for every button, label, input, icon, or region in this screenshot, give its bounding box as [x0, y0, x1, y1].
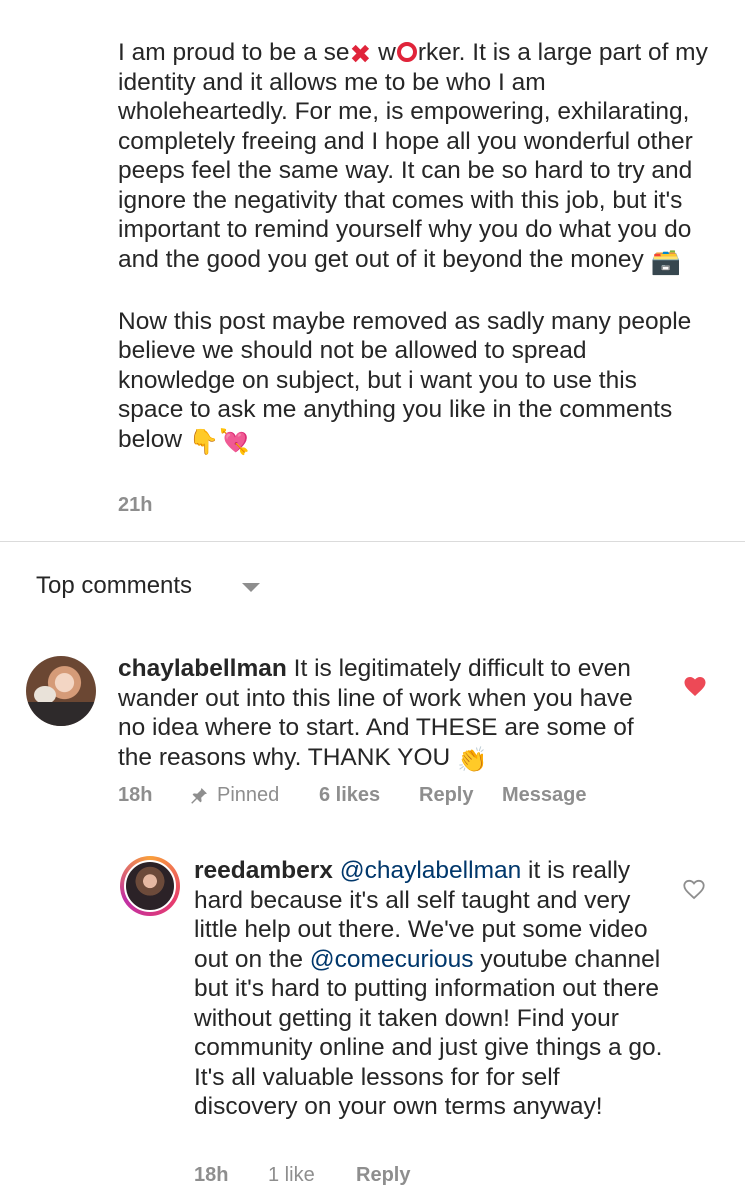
chevron-down-icon [242, 582, 261, 592]
top-comments-sort-dropdown[interactable]: Top comments [36, 572, 261, 600]
reply-button[interactable]: Reply [419, 784, 502, 807]
reply-comment-text: reedamberx @chaylabellman it is really h… [194, 856, 664, 1122]
avatar-detail [26, 702, 96, 726]
post-timestamp: 21h [118, 494, 153, 516]
comment-text: chaylabellman It is legitimately difficu… [118, 654, 658, 775]
top-comments-label: Top comments [36, 572, 193, 599]
comment-username[interactable]: reedamberx [194, 857, 333, 884]
caption-text-start: I am proud to be a se [118, 39, 350, 66]
circle-mark-icon [396, 42, 417, 62]
cross-mark-icon: ✖ [349, 39, 372, 69]
reply-button[interactable]: Reply [356, 1164, 410, 1187]
card-file-box-icon: 🗃️ [650, 248, 682, 276]
caption-text-w: w [371, 39, 396, 66]
likes-count[interactable]: 1 like [268, 1164, 356, 1187]
comment-time: 18h [118, 784, 153, 806]
post-caption: I am proud to be a se✖ w rker. It is a la… [118, 38, 708, 457]
point-down-icon: 👇 [188, 428, 220, 456]
comment-meta: 18h Pinned 6 likes Reply Message [118, 784, 587, 807]
comment-username[interactable]: chaylabellman [118, 655, 287, 682]
heart-arrow-icon: 💘 [219, 428, 250, 456]
clapping-hands-icon: 👏 [457, 746, 488, 774]
message-button[interactable]: Message [502, 784, 587, 807]
avatar-story-ring[interactable] [120, 856, 180, 916]
avatar[interactable] [26, 656, 96, 726]
mention-link[interactable]: @comecurious [310, 946, 474, 973]
pinned-indicator: Pinned [189, 784, 319, 807]
comment-time: 18h [194, 1164, 229, 1186]
caption-paragraph-2: Now this post maybe removed as sadly man… [118, 307, 708, 458]
avatar [124, 860, 176, 912]
mention-link[interactable]: @chaylabellman [340, 857, 522, 884]
divider [0, 541, 745, 542]
caption-paragraph-1: I am proud to be a se✖ w rker. It is a la… [118, 38, 708, 277]
heart-outline-icon[interactable] [682, 878, 706, 900]
caption-text-rest: rker. It is a large part of my identity … [118, 39, 708, 273]
pinned-label: Pinned [217, 784, 280, 806]
heart-filled-icon[interactable] [682, 675, 708, 697]
reply-comment-meta: 18h 1 like Reply [194, 1164, 410, 1187]
pin-icon [191, 787, 207, 804]
likes-count[interactable]: 6 likes [319, 784, 419, 807]
